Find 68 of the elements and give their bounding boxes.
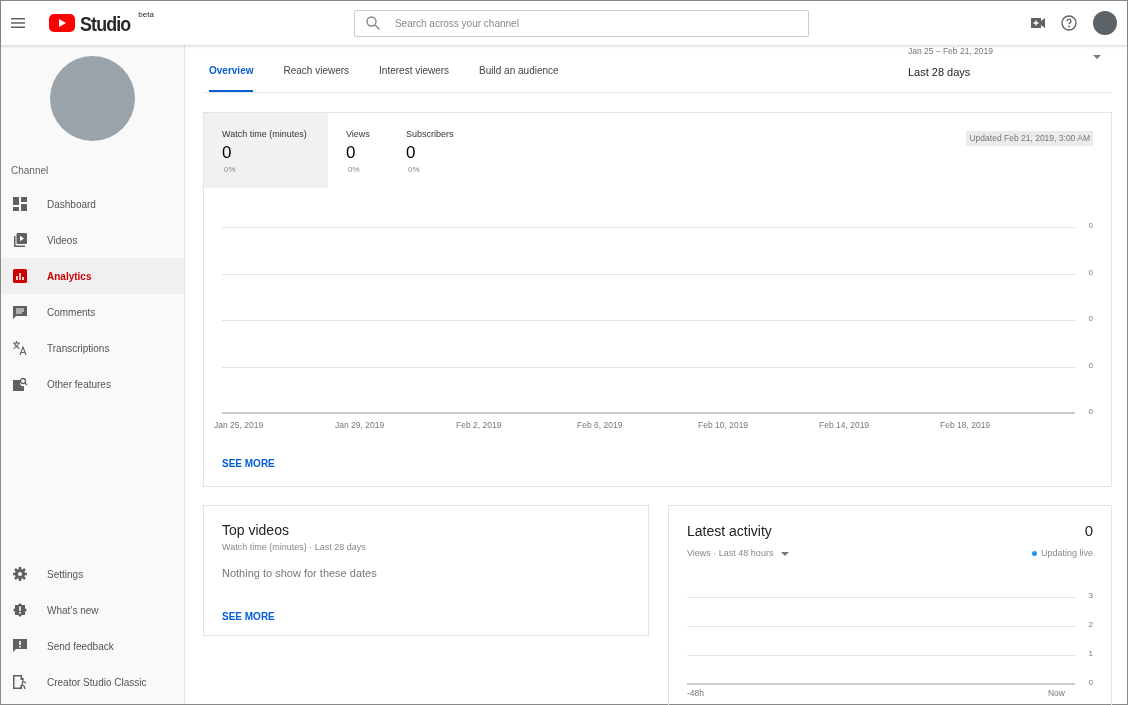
sidebar-item[interactable]: Settings — [1, 556, 184, 592]
axis-label: 3 — [1087, 590, 1093, 603]
updated-label: Updated Feb 21, 2019, 3:00 AM — [966, 131, 1093, 146]
bar-chart-icon — [12, 268, 28, 284]
axis-label: Feb 2, 2019 — [456, 420, 502, 431]
help-icon[interactable] — [1061, 15, 1077, 31]
sidebar-item[interactable]: What’s new — [1, 592, 184, 628]
axis-label: Feb 6, 2019 — [577, 420, 623, 431]
sidebar-item[interactable]: Other features — [1, 366, 184, 402]
axis-label: Feb 10, 2019 — [698, 420, 749, 431]
feedback-icon — [12, 638, 28, 654]
metric-tab[interactable]: Views 0 0% — [328, 113, 388, 188]
axis-label: 0 — [1087, 406, 1093, 419]
tab[interactable]: Reach viewers — [283, 63, 350, 93]
sidebar-item[interactable]: Send feedback — [1, 628, 184, 664]
metric-tab[interactable]: Watch time (minutes) 0 0% — [204, 113, 328, 188]
card-title: Top videos — [222, 521, 290, 541]
translate-icon — [12, 340, 28, 356]
axis-label: 2 — [1087, 619, 1093, 632]
sidebar-item[interactable]: Videos — [1, 222, 184, 258]
comment-icon — [12, 304, 28, 320]
views-count: 0 — [1084, 521, 1093, 542]
folder-search-icon — [12, 376, 28, 392]
empty-message: Nothing to show for these dates — [222, 565, 378, 581]
dashboard-icon — [12, 196, 28, 212]
play-logo-icon[interactable] — [49, 14, 75, 32]
axis-label: 0 — [1087, 677, 1093, 690]
caret-icon — [1093, 55, 1101, 59]
caret-icon — [781, 551, 790, 556]
video-camera-icon[interactable] — [1031, 18, 1045, 28]
sidebar-item[interactable]: Transcriptions — [1, 330, 184, 366]
sidebar-item[interactable]: Analytics — [1, 258, 184, 294]
axis-label: 0 — [1087, 359, 1093, 372]
menu-icon[interactable] — [11, 18, 25, 28]
axis-label: 0 — [1087, 313, 1093, 326]
card-title: Latest activity — [687, 522, 772, 542]
tab[interactable]: Build an audience — [479, 63, 559, 93]
logo-text: Studio — [80, 12, 131, 34]
tab[interactable]: Interest viewers — [379, 63, 450, 93]
axis-label: 0 — [1087, 266, 1093, 279]
alert-badge-icon — [12, 602, 28, 618]
metric-dropdown[interactable]: Views · Last 48 hours — [687, 546, 790, 561]
axis-label: Now — [1048, 687, 1065, 701]
card-subtitle: Watch time (minutes) · Last 28 days — [222, 541, 367, 555]
axis-label: Feb 18, 2019 — [940, 420, 991, 431]
sidebar-item[interactable]: Dashboard — [1, 186, 184, 222]
axis-label: Jan 29, 2019 — [335, 420, 385, 431]
axis-label: -48h — [687, 687, 704, 701]
video-library-icon — [12, 232, 28, 248]
sidebar-item[interactable]: Creator Studio Classic — [1, 664, 184, 700]
search-field[interactable]: Search across your channel — [353, 9, 809, 37]
tab[interactable]: Overview — [209, 63, 254, 93]
see-more-link[interactable]: SEE MORE — [222, 611, 275, 623]
axis-label: 1 — [1087, 648, 1093, 661]
axis-label: 0 — [1087, 220, 1093, 233]
axis-label: Jan 25, 2019 — [214, 420, 264, 431]
section-label: Channel — [10, 164, 50, 178]
sidebar-item[interactable]: Comments — [1, 294, 184, 330]
see-more-link[interactable]: SEE MORE — [222, 457, 275, 469]
axis-label: Feb 14, 2019 — [819, 420, 870, 431]
status-dot — [1031, 551, 1037, 557]
metric-tab[interactable]: Subscribers 0 0% — [388, 113, 472, 188]
account-avatar[interactable] — [1093, 11, 1117, 35]
date-range-dropdown[interactable]: Jan 25 – Feb 21, 2019 Last 28 days — [907, 45, 1106, 93]
exit-icon — [12, 674, 28, 690]
gear-icon — [12, 566, 28, 582]
beta-label: beta — [138, 8, 154, 21]
status-text: Updating live — [1040, 546, 1093, 560]
